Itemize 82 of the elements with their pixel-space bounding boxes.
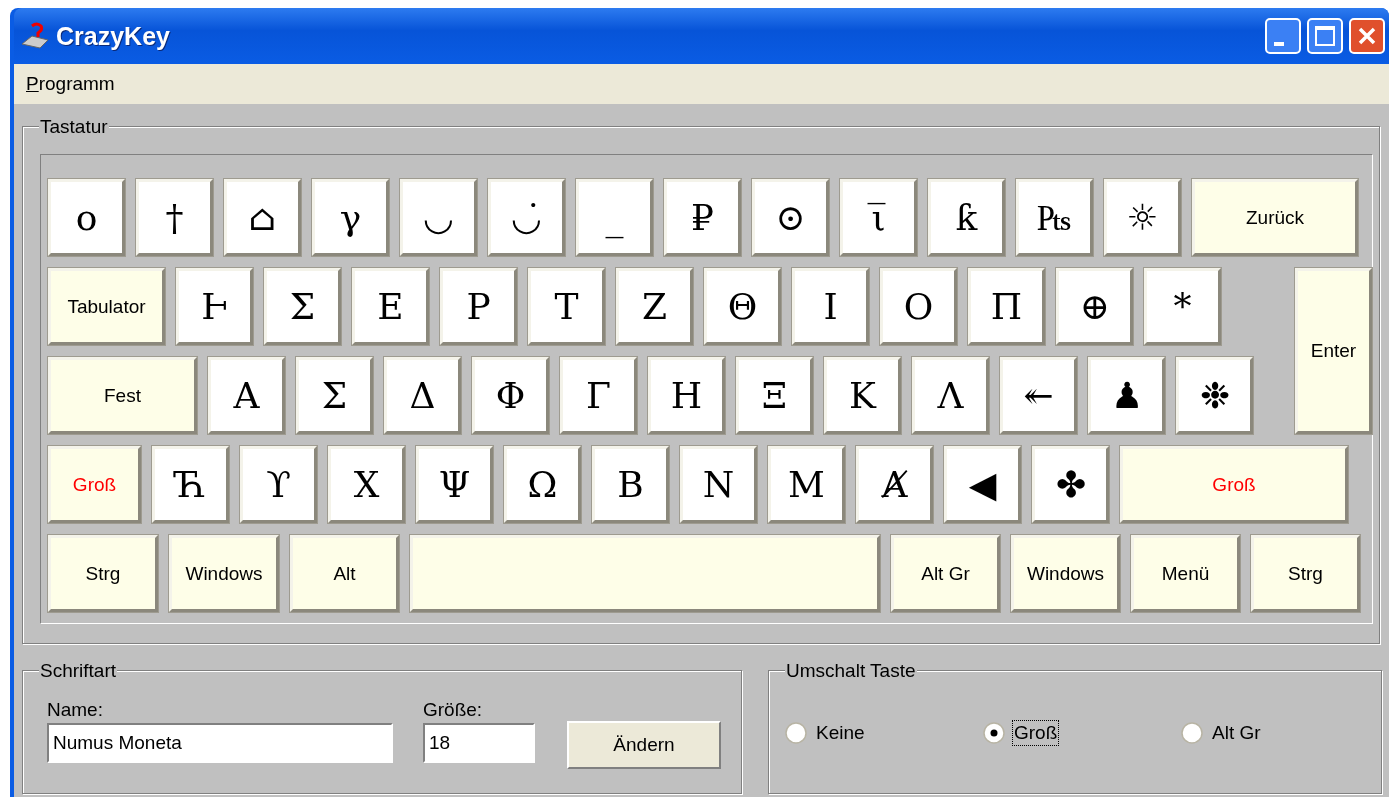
glyph-key[interactable]: ☼ [1104, 179, 1181, 256]
glyph-key[interactable]: ⌂ [224, 179, 301, 256]
size-label: Größe: [423, 699, 484, 722]
radio-checked-icon[interactable] [983, 722, 1005, 744]
glyph-key[interactable]: Π [968, 268, 1045, 345]
function-key[interactable]: Strg [1251, 535, 1360, 612]
glyph-key[interactable]: Δ [384, 357, 461, 434]
glyph-key[interactable]: Α [208, 357, 285, 434]
glyph-key[interactable]: _ [576, 179, 653, 256]
function-key[interactable]: Alt [290, 535, 399, 612]
glyph-key[interactable]: Θ [704, 268, 781, 345]
glyph-key[interactable]: † [136, 179, 213, 256]
glyph-key[interactable]: Τ [528, 268, 605, 345]
function-key[interactable]: Fest [48, 357, 197, 434]
glyph-key[interactable]: Ⱶ [176, 268, 253, 345]
glyph-key[interactable]: Φ [472, 357, 549, 434]
glyph-key[interactable]: Ι [792, 268, 869, 345]
function-key[interactable]: Windows [1011, 535, 1120, 612]
keyboard-question-icon [20, 22, 50, 50]
menu-item[interactable]: Programm [24, 73, 117, 95]
glyph-key[interactable]: Ψ [416, 446, 493, 523]
glyph-key[interactable]: Ο [880, 268, 957, 345]
font-name-field[interactable]: Numus Moneta [47, 723, 393, 763]
glyph-key[interactable]: γ [312, 179, 389, 256]
group-title: Schriftart [39, 661, 118, 680]
glyph-key[interactable]: Χ [328, 446, 405, 523]
radio-option[interactable]: Keine [785, 721, 983, 745]
glyph-key[interactable]: ◀ [944, 446, 1021, 523]
space-key[interactable] [410, 535, 880, 612]
glyph-key[interactable]: Ρ [440, 268, 517, 345]
glyph-key[interactable]: Ν [680, 446, 757, 523]
function-key[interactable]: Strg [48, 535, 158, 612]
group-title: Umschalt Taste [785, 661, 917, 680]
font-size-field[interactable]: 18 [423, 723, 535, 763]
glyph-key[interactable]: Ⱥ [856, 446, 933, 523]
change-button[interactable]: Ändern [567, 721, 721, 769]
close-icon[interactable] [1349, 18, 1385, 54]
function-key[interactable]: Zurück [1192, 179, 1358, 256]
glyph-key[interactable]: ↞ [1000, 357, 1077, 434]
glyph-key[interactable]: Ζ [616, 268, 693, 345]
radio-option[interactable]: Alt Gr [1181, 721, 1379, 745]
glyph-key[interactable]: ◡̇ [488, 179, 565, 256]
function-key[interactable]: Windows [169, 535, 279, 612]
glyph-key[interactable]: ₽ [664, 179, 741, 256]
glyph-key[interactable]: ϒ [240, 446, 317, 523]
glyph-key[interactable]: ο [48, 179, 125, 256]
glyph-key[interactable]: ♟ [1088, 357, 1165, 434]
maximize-icon[interactable] [1307, 18, 1343, 54]
glyph-key[interactable]: Κ [824, 357, 901, 434]
glyph-key[interactable]: Ε [352, 268, 429, 345]
glyph-key[interactable]: ✤ [1032, 446, 1109, 523]
glyph-key[interactable]: Β [592, 446, 669, 523]
function-key[interactable]: Menü [1131, 535, 1240, 612]
glyph-key[interactable]: ❉ [1176, 357, 1253, 434]
glyph-key[interactable]: Σ [296, 357, 373, 434]
glyph-key[interactable]: ₧ [1016, 179, 1093, 256]
function-key[interactable]: Tabulator [48, 268, 165, 345]
radio-unchecked-icon[interactable] [1181, 722, 1203, 744]
function-key[interactable]: Groß [1120, 446, 1348, 523]
function-key[interactable]: Enter [1295, 268, 1372, 434]
glyph-key[interactable]: Ω [504, 446, 581, 523]
glyph-key[interactable]: Ξ [736, 357, 813, 434]
glyph-key[interactable]: Η [648, 357, 725, 434]
glyph-key[interactable]: Γ [560, 357, 637, 434]
radio-option[interactable]: Groß [983, 721, 1181, 745]
function-key[interactable]: Groß [48, 446, 141, 523]
glyph-key[interactable]: * [1144, 268, 1221, 345]
glyph-key[interactable]: Ћ [152, 446, 229, 523]
window-title: CrazyKey [56, 21, 171, 51]
group-title: Tastatur [39, 117, 109, 136]
glyph-key[interactable]: ι̅ [840, 179, 917, 256]
minimize-icon[interactable] [1265, 18, 1301, 54]
name-label: Name: [47, 699, 104, 722]
glyph-key[interactable]: ⊙ [752, 179, 829, 256]
glyph-key[interactable]: ◡ [400, 179, 477, 256]
glyph-key[interactable]: ⊕ [1056, 268, 1133, 345]
glyph-key[interactable]: Λ [912, 357, 989, 434]
glyph-key[interactable]: ƙ [928, 179, 1005, 256]
radio-unchecked-icon[interactable] [785, 722, 807, 744]
glyph-key[interactable]: Μ [768, 446, 845, 523]
glyph-key[interactable]: Σ [264, 268, 341, 345]
function-key[interactable]: Alt Gr [891, 535, 1000, 612]
